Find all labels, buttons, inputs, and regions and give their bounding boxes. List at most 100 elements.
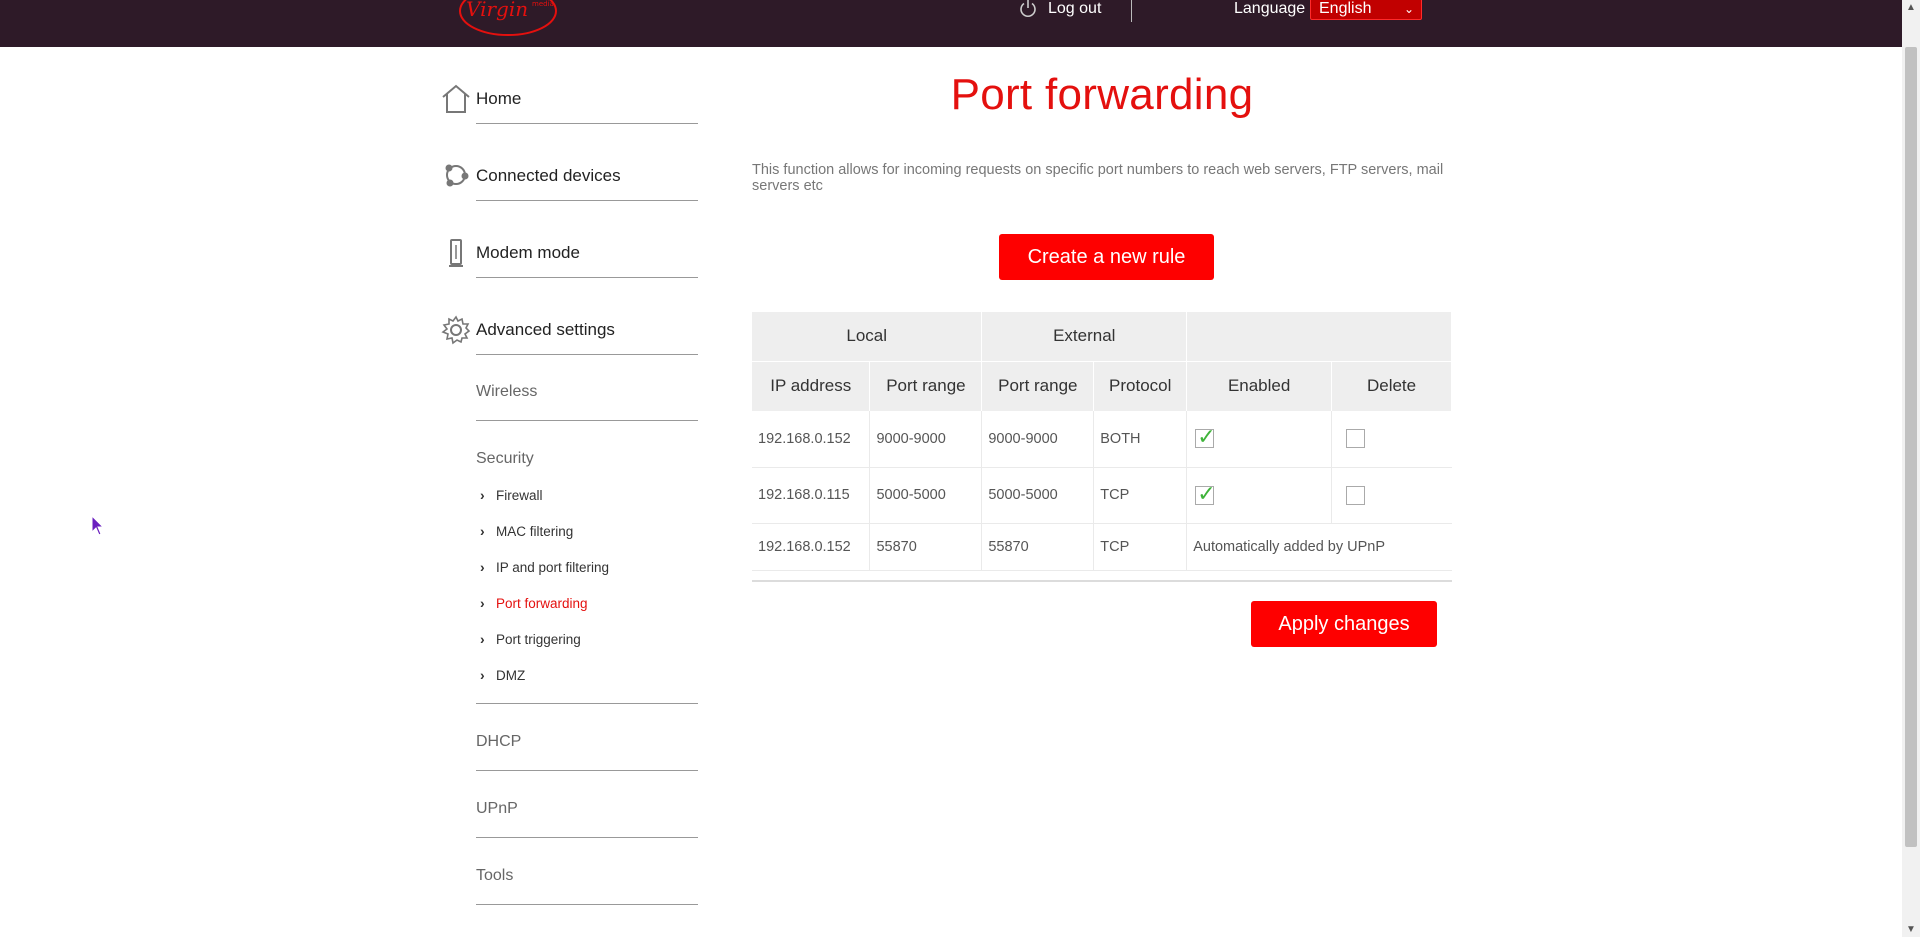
cell-local-port-range: 5000-5000: [869, 467, 983, 524]
sidebar-item-label: Modem mode: [476, 243, 580, 262]
sidebar-item-label: Port triggering: [496, 631, 581, 647]
page-scrollbar[interactable]: ▲ ▼: [1902, 0, 1920, 937]
chevron-right-icon: ›: [480, 667, 485, 683]
cell-ip-address: 192.168.0.152: [752, 411, 871, 468]
cell-delete: [1331, 411, 1452, 468]
column-header-enabled: Enabled: [1186, 360, 1333, 411]
scroll-up-arrow-icon[interactable]: ▲: [1906, 2, 1916, 13]
divider: [476, 354, 698, 355]
sidebar-item-firewall[interactable]: › Firewall: [480, 486, 543, 504]
house-icon: [442, 84, 470, 113]
column-header-protocol: Protocol: [1093, 360, 1188, 411]
sidebar-item-home[interactable]: Home: [436, 83, 698, 133]
scrollbar-thumb[interactable]: [1905, 47, 1917, 847]
language-select[interactable]: English ⌄: [1310, 0, 1422, 20]
cell-protocol: TCP: [1093, 467, 1188, 524]
connected-devices-icon: [445, 164, 469, 187]
sidebar-item-upnp[interactable]: UPnP: [476, 800, 698, 818]
cell-enabled: ✓: [1186, 411, 1333, 468]
divider: [476, 837, 698, 838]
cell-local-port-range: 55870: [869, 523, 983, 571]
external-group-header: External: [981, 312, 1188, 361]
sidebar-item-label: MAC filtering: [496, 523, 574, 539]
power-icon: [1020, 0, 1036, 17]
header-separator: [1131, 0, 1132, 22]
column-header-delete: Delete: [1331, 360, 1452, 411]
svg-text:Virgin: Virgin: [466, 0, 528, 21]
sidebar-item-label: Home: [476, 89, 522, 108]
table-row: 192.168.0.115 5000-5000 5000-5000 TCP ✓: [752, 467, 1452, 524]
sidebar-item-label: DHCP: [476, 733, 522, 750]
chevron-down-icon: ⌄: [1403, 2, 1414, 16]
sidebar-item-tools[interactable]: Tools: [476, 867, 698, 885]
divider: [476, 277, 698, 278]
apply-changes-button[interactable]: Apply changes: [1251, 601, 1437, 647]
cell-enabled: ✓: [1186, 467, 1333, 524]
gear-icon: [441, 315, 471, 345]
cell-external-port-range: 9000-9000: [981, 411, 1095, 468]
divider: [476, 200, 698, 201]
chevron-right-icon: ›: [480, 487, 485, 503]
mouse-cursor-icon: [91, 515, 105, 536]
table-column-header-row: IP address Port range Port range Protoco…: [752, 360, 1452, 411]
sidebar-item-modem-mode[interactable]: Modem mode: [436, 237, 698, 287]
port-forwarding-table: Local External IP address Port range Por…: [752, 312, 1452, 571]
sidebar-item-wireless[interactable]: Wireless: [476, 383, 698, 401]
checkmark-icon: ✓: [1197, 424, 1216, 450]
logout-label: Log out: [1048, 0, 1102, 17]
sidebar-item-label: IP and port filtering: [496, 559, 610, 575]
cell-protocol: BOTH: [1093, 411, 1188, 468]
divider: [476, 703, 698, 704]
language-selected-value: English: [1319, 0, 1372, 17]
sidebar-item-label: Connected devices: [476, 166, 621, 185]
sidebar-item-advanced-settings[interactable]: Advanced settings: [436, 314, 698, 364]
sidebar-item-dmz[interactable]: › DMZ: [480, 666, 525, 684]
cell-external-port-range: 55870: [981, 523, 1095, 571]
column-header-external-port-range: Port range: [981, 360, 1095, 411]
divider: [476, 123, 698, 124]
chevron-right-icon: ›: [480, 595, 485, 611]
page-description: This function allows for incoming reques…: [752, 162, 1444, 194]
sidebar-item-port-triggering[interactable]: › Port triggering: [480, 630, 581, 648]
sidebar-item-label: DMZ: [496, 667, 526, 683]
page-title: Port forwarding: [950, 70, 1254, 119]
modem-icon: [449, 239, 463, 267]
sidebar-item-dhcp[interactable]: DHCP: [476, 733, 698, 751]
sidebar-item-connected-devices[interactable]: Connected devices: [436, 160, 698, 210]
column-header-ip-address: IP address: [752, 360, 871, 411]
sidebar-item-security[interactable]: Security: [476, 450, 698, 468]
cell-protocol: TCP: [1093, 523, 1188, 571]
sidebar-item-port-forwarding[interactable]: › Port forwarding: [480, 594, 588, 612]
cell-external-port-range: 5000-5000: [981, 467, 1095, 524]
cell-upnp-note: Automatically added by UPnP: [1186, 523, 1452, 571]
svg-text:media: media: [532, 0, 554, 8]
enabled-checkbox[interactable]: ✓: [1195, 481, 1216, 506]
empty-group-header: [1186, 312, 1452, 361]
delete-checkbox[interactable]: [1346, 485, 1366, 505]
sidebar-item-label: Tools: [476, 867, 514, 884]
logout-button[interactable]: Log out: [1018, 0, 1101, 18]
language-label: Language: [1234, 0, 1306, 17]
cell-ip-address: 192.168.0.152: [752, 523, 871, 571]
table-row: 192.168.0.152 55870 55870 TCP Automatica…: [752, 523, 1452, 571]
scroll-down-arrow-icon[interactable]: ▼: [1906, 924, 1916, 935]
sidebar-item-ip-port-filtering[interactable]: › IP and port filtering: [480, 558, 609, 576]
virgin-media-logo[interactable]: Virgin media: [452, 0, 564, 40]
create-new-rule-button[interactable]: Create a new rule: [999, 234, 1214, 280]
sidebar-item-label: Firewall: [496, 487, 543, 503]
chevron-right-icon: ›: [480, 559, 485, 575]
divider: [476, 420, 698, 421]
delete-checkbox[interactable]: [1346, 429, 1366, 449]
enabled-checkbox[interactable]: ✓: [1195, 424, 1216, 449]
table-group-header-row: Local External: [752, 312, 1452, 361]
chevron-right-icon: ›: [480, 631, 485, 647]
cell-local-port-range: 9000-9000: [869, 411, 983, 468]
table-bottom-divider: [752, 580, 1452, 582]
sidebar-item-label: Port forwarding: [496, 595, 588, 611]
local-group-header: Local: [752, 312, 983, 361]
sidebar-item-label: Security: [476, 450, 534, 467]
sidebar-item-label: UPnP: [476, 800, 518, 817]
column-header-local-port-range: Port range: [869, 360, 983, 411]
sidebar-item-mac-filtering[interactable]: › MAC filtering: [480, 522, 573, 540]
sidebar-item-label: Wireless: [476, 383, 538, 400]
